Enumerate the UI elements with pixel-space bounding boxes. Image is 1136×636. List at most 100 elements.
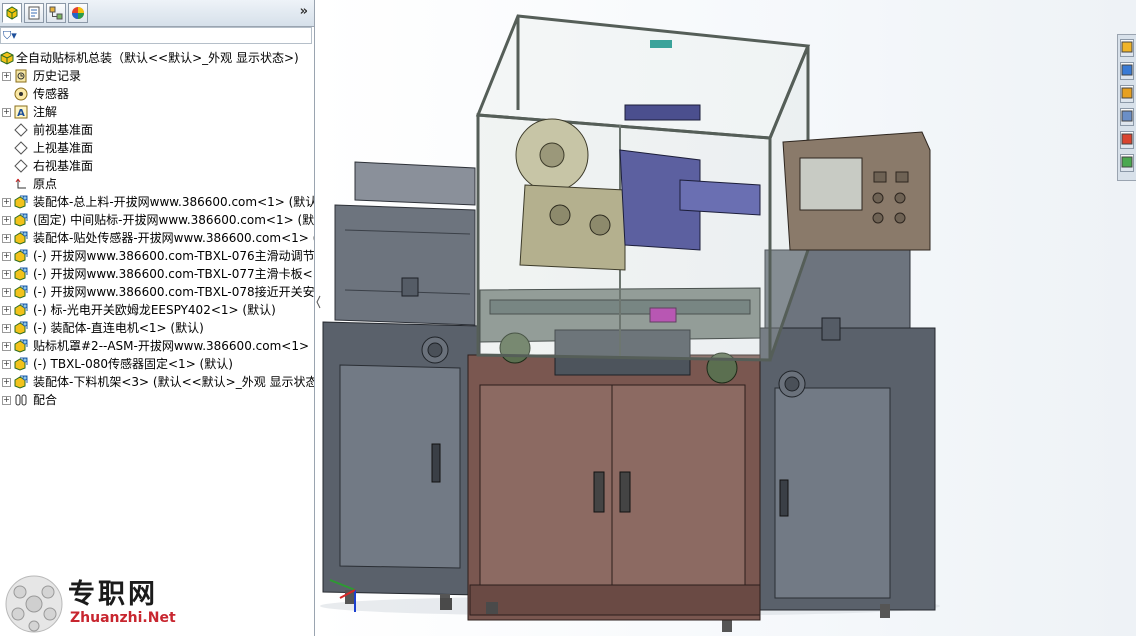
graphics-viewport[interactable] (315, 0, 1136, 636)
subassembly-icon (14, 375, 28, 389)
annotation-icon: A (14, 105, 28, 119)
tree-expander[interactable]: + (2, 72, 11, 81)
tree-expander[interactable]: + (2, 378, 11, 387)
tree-item-label: 历史记录 (33, 69, 82, 83)
plane-icon (14, 141, 28, 155)
feature-filter-bar[interactable]: ⛉▾ (0, 27, 312, 44)
sensor-icon (14, 87, 28, 101)
tree-item-label: (-) 开拔网www.386600.com-TBXL-076主滑动调节板 (33, 249, 315, 263)
tree-item[interactable]: + (-) 开拔网www.386600.com-TBXL-076主滑动调节板 (0, 247, 314, 265)
tree-expander[interactable]: + (2, 396, 11, 405)
right-door[interactable] (611, 384, 746, 586)
tree-item-label: 全自动贴标机总装（默认<<默认>_外观 显示状态>) (16, 51, 299, 65)
subassembly-icon (14, 195, 28, 209)
subassembly-icon (14, 213, 28, 227)
file-explorer-tab[interactable] (1120, 85, 1134, 103)
tree-item[interactable]: + (-) TBXL-080传感器固定<1> (默认) (0, 355, 314, 373)
hmi-screen[interactable] (799, 157, 863, 211)
resources-tab[interactable] (1120, 39, 1134, 57)
assembly-icon (0, 51, 14, 65)
tree-item-label: 传感器 (33, 87, 70, 101)
plane-icon (14, 159, 28, 173)
feature-tree-tab[interactable] (2, 3, 22, 23)
tree-item[interactable]: + (-) 标-光电开关欧姆龙EESPY402<1> (默认) (0, 301, 314, 319)
tree-item-label: 上视基准面 (33, 141, 94, 155)
left-door[interactable] (479, 384, 613, 586)
task-pane-tabs (1117, 34, 1136, 181)
appearances-icon (1121, 133, 1133, 145)
tree-expander[interactable]: + (2, 234, 11, 243)
tree-item[interactable]: 上视基准面 (0, 139, 314, 157)
feature-tree: 全自动贴标机总装（默认<<默认>_外观 显示状态>) + 历史记录传感器 + A 注解前视… (0, 49, 314, 409)
appearances-tab[interactable] (1120, 131, 1134, 149)
tree-item[interactable]: + 装配体-贴处传感器-开拔网www.386600.com<1> (默 (0, 229, 314, 247)
tree-item-label: (-) 开拔网www.386600.com-TBXL-077主滑卡板<1 (33, 267, 315, 281)
tree-item[interactable]: + 装配体-下料机架<3> (默认<<默认>_外观 显示状态 (0, 373, 314, 391)
display-manager-icon (72, 7, 84, 19)
tree-item[interactable]: + (固定) 中间贴标-开拔网www.386600.com<1> (默认 (0, 211, 314, 229)
tree-item[interactable]: + (-) 开拔网www.386600.com-TBXL-077主滑卡板<1 (0, 265, 314, 283)
subassembly-icon (14, 267, 28, 281)
tree-item-label: 贴标机罩#2--ASM-开拔网www.386600.com<1> (33, 339, 310, 353)
panel-collapse-handle[interactable] (316, 286, 321, 318)
tree-item-label: (-) TBXL-080传感器固定<1> (默认) (33, 357, 233, 371)
tree-expander[interactable]: + (2, 306, 11, 315)
feature-manager-panel: » ⛉▾ 全自动贴标机总装（默认<<默认>_外观 显示状态>) + 历史记录传感器 +… (0, 0, 315, 636)
filter-icon[interactable]: ⛉▾ (3, 29, 17, 43)
subassembly-icon (14, 321, 28, 335)
tree-item[interactable]: 前视基准面 (0, 121, 314, 139)
view-palette-tab[interactable] (1120, 108, 1134, 126)
file-explorer-icon (1121, 87, 1133, 99)
control-panel-box (782, 131, 931, 251)
property-manager-tab[interactable] (24, 3, 44, 23)
history-icon (15, 69, 27, 83)
tree-expander[interactable]: + (2, 216, 11, 225)
tree-item[interactable]: 原点 (0, 175, 314, 193)
display-manager-tab[interactable] (68, 3, 88, 23)
mates-icon (15, 394, 27, 406)
tree-item-label: (-) 装配体-直连电机<1> (默认) (33, 321, 204, 335)
tree-item[interactable]: + 历史记录 (0, 67, 314, 85)
tree-expander[interactable]: + (2, 108, 11, 117)
design-library-icon (1121, 64, 1133, 76)
tree-expander[interactable]: + (2, 252, 11, 261)
tree-item[interactable]: 全自动贴标机总装（默认<<默认>_外观 显示状态>) (0, 49, 314, 67)
tree-item[interactable]: 传感器 (0, 85, 314, 103)
tree-item-label: 装配体-总上料-开拔网www.386600.com<1> (默认< (33, 195, 315, 209)
tree-item-label: (固定) 中间贴标-开拔网www.386600.com<1> (默认 (33, 213, 315, 227)
view-palette-icon (1121, 110, 1133, 122)
tree-expander[interactable]: + (2, 270, 11, 279)
tree-expander[interactable]: + (2, 324, 11, 333)
plane-icon (14, 123, 28, 137)
labeling-machine-model[interactable] (315, 0, 1136, 636)
custom-properties-tab[interactable] (1120, 154, 1134, 172)
tree-item-label: (-) 开拔网www.386600.com-TBXL-078接近开关安装 (33, 285, 315, 299)
tree-item-label: 装配体-下料机架<3> (默认<<默认>_外观 显示状态 (33, 375, 315, 389)
more-tabs-button[interactable]: » (300, 4, 308, 19)
tree-item[interactable]: + 配合 (0, 391, 314, 409)
subassembly-icon (14, 357, 28, 371)
enclosure-latch (650, 40, 672, 48)
tree-expander[interactable]: + (2, 360, 11, 369)
tree-item-label: 装配体-贴处传感器-开拔网www.386600.com<1> (默 (33, 231, 315, 245)
configuration-manager-tab[interactable] (46, 3, 66, 23)
tree-item[interactable]: 右视基准面 (0, 157, 314, 175)
subassembly-icon (14, 339, 28, 353)
tree-item[interactable]: + A 注解 (0, 103, 314, 121)
configuration-manager-icon (49, 6, 63, 20)
tree-item[interactable]: + (-) 装配体-直连电机<1> (默认) (0, 319, 314, 337)
tree-item-label: 配合 (33, 393, 58, 407)
feature-tree-icon (6, 6, 18, 20)
tree-item[interactable]: + 装配体-总上料-开拔网www.386600.com<1> (默认< (0, 193, 314, 211)
tree-expander[interactable]: + (2, 288, 11, 297)
left-cabinet-handle (431, 443, 441, 483)
property-manager-icon (28, 6, 40, 20)
tree-item-label: (-) 标-光电开关欧姆龙EESPY402<1> (默认) (33, 303, 276, 317)
tree-item[interactable]: + 贴标机罩#2--ASM-开拔网www.386600.com<1> (0, 337, 314, 355)
tree-expander[interactable]: + (2, 342, 11, 351)
design-library-tab[interactable] (1120, 62, 1134, 80)
tree-item-label: 前视基准面 (33, 123, 94, 137)
tree-expander[interactable]: + (2, 198, 11, 207)
tree-item[interactable]: + (-) 开拔网www.386600.com-TBXL-078接近开关安装 (0, 283, 314, 301)
watermark-text-en: Zhuanzhi.Net (70, 610, 176, 626)
